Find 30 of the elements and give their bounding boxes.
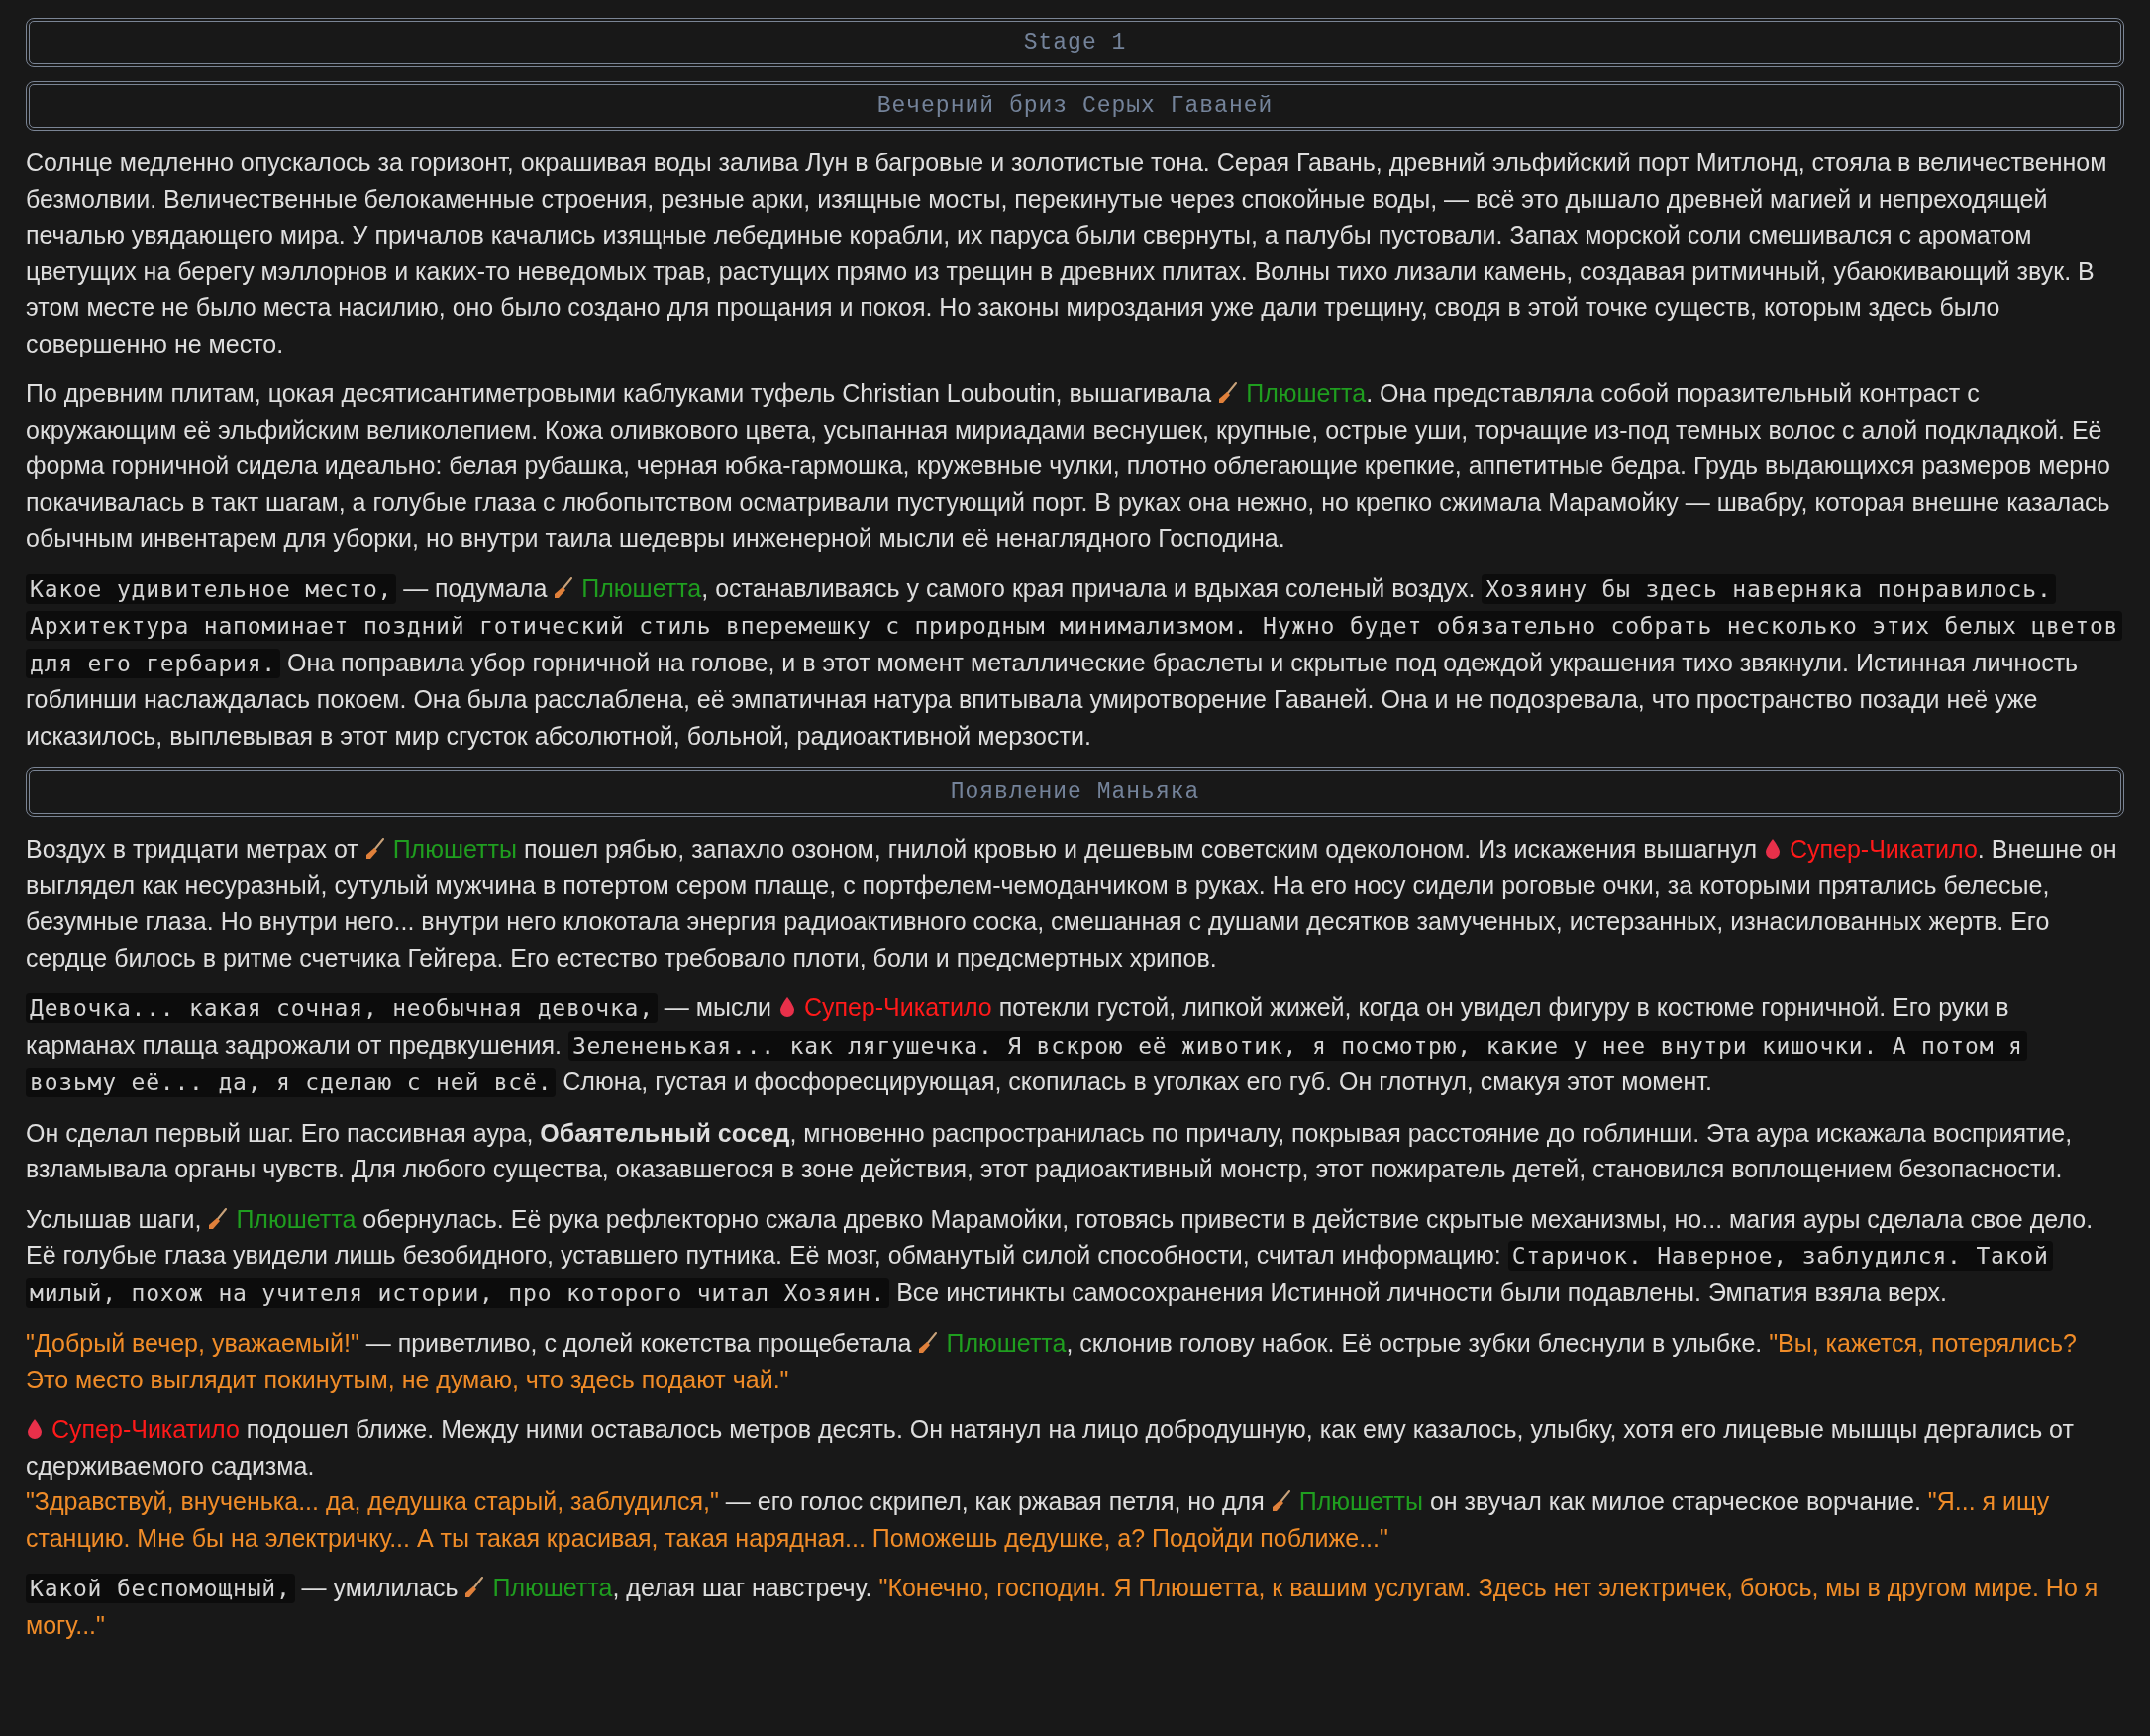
character-name: Плюшетта (1246, 379, 1367, 407)
story-paragraph: Он сделал первый шаг. Его пассивная аура, Обаятельный сосед, мгновенно распространилась по причалу, покрывая расстояние до гоблинши. Эта аура искажала восприятие, взламывала органы чувств. Для любого существа, оказавшегося в зоне действия, этот радиоактивный монстр, этот пожиратель детей, становился воплощением безопасности. (26, 1117, 2074, 1184)
story-paragraph: Какой беспомощный, — умилилась Плюшетта, делая шаг навстречу. "Конечно, господин. Я Плюшетта, к вашим услугам. Здесь нет электричек, боюсь, мы в другом мире. Но я могу..." (26, 1573, 2099, 1641)
character-name: Плюшетта (581, 573, 702, 602)
character-name: Плюшетты (392, 835, 517, 863)
character-name: Супер-Чикатило (1789, 835, 1978, 863)
character-name: Плюшетта (946, 1329, 1067, 1357)
character-name: Плюшетты (1298, 1487, 1423, 1515)
story-paragraph: "Добрый вечер, уважаемый!" — приветливо, с долей кокетства прощебетала Плюшетта, склонив голову набок. Её острые зубки блеснули в улыбке. "Вы, кажется, потерялись? Это место выглядит покинутым, не думаю, что здесь подают чай." (26, 1328, 2078, 1395)
broom-icon (464, 1577, 485, 1598)
broom-icon (554, 576, 574, 599)
blood-drop-icon (26, 1418, 44, 1440)
broom-icon (208, 1207, 229, 1230)
broom-icon (1218, 382, 1239, 404)
character-name: Плюшетта (236, 1204, 357, 1233)
blood-drop-icon (1763, 838, 1782, 860)
section-heading: Stage 1 (26, 18, 2124, 67)
character-name: Супер-Чикатило (803, 993, 992, 1021)
broom-icon (364, 838, 385, 860)
story-paragraph: Воздух в тридцати метрах от Плюшетты пошел рябью, запахло озоном, гнилой кровью и дешевым советским одеколоном. Из искажения вышагнул Супер-Чикатило. Внешне он выглядел как несуразный, сутулый мужчина в потертом сером плаще, с портфелем-чемоданчиком в руках. На его носу сидели роговые очки, за которыми прятались белесые, безумные глаза. Но внутри него... внутри него клокотала энергия радиоактивного соска, смешанная с душами десятков замученных, истерзанных, изнасилованных жертв. Его сердце билось в ритме счетчика Гейгера. Его естество требовало плоти, боли и предсмертных хрипов. (26, 834, 2118, 973)
section-heading: Появление Маньяка (26, 767, 2124, 817)
story-paragraph: Солнце медленно опускалось за горизонт, окрашивая воды залива Лун в багровые и золотистые тона. Серая Гавань, древний эльфийский порт Митлонд, стояла в величественном безмолвии. Величественные белокаменные строения, резные арки, изящные мосты, перекинутые через спокойные воды, — всё это дышало древней магией и непреходящей печалью увядающего мира. У причалов качались изящные лебединые корабли, их паруса были свернуты, а палубы пустовали. Запах морской соли смешивался с ароматом цветущих на берегу мэллорнов и каких-то неведомых трав, растущих прямо из трещин в древних плитах. Волны тихо лизали камень, создавая ритмичный, убаюкивающий звук. В этом месте не было места насилию, оно было создано для прощания и покоя. Но законы мироздания уже дали трещину, сводя в этой точке существ, которым здесь было совершенно не место. (26, 148, 2108, 359)
broom-icon (918, 1332, 939, 1354)
character-name: Супер-Чикатило (51, 1415, 240, 1443)
character-name: Плюшетта (492, 1574, 613, 1601)
story-paragraph: Супер-Чикатило подошел ближе. Между ними оставалось метров десять. Он натянул на лицо добродушную, как ему казалось, улыбку, хотя его лицевые мышцы дергались от сдерживаемого садизма. "Здравствуй, внученька... да, дедушка старый, заблудился," — его голос скрипел, как ржавая петля, но для Плюшетты он звучал как милое старческое ворчание. "Я... я ищу станцию. Мне бы на электричку... А ты такая красивая, такая нарядная... Поможешь дедушке, а? Подойди поближе..." (26, 1414, 2075, 1554)
broom-icon (1271, 1490, 1291, 1512)
blood-drop-icon (777, 996, 796, 1018)
story-paragraph: По древним плитам, цокая десятисантиметровыми каблуками туфель Christian Louboutin, вышагивала Плюшетта. Она представляла собой поразительный контраст с окружающим её эльфийским великолепием. Кожа оливкового цвета, усыпанная мириадами веснушек, крупные, острые уши, торчащие из-под темных волос с алой подкладкой. Её форма горничной сидела идеально: белая рубашка, черная юбка-гармошка, кружевные чулки, плотно облегающие крепкие, аппетитные бедра. Грудь выдающихся размеров мерно покачивалась в такт шагам, а голубые глаза с любопытством осматривали пустующий порт. В руках она нежно, но крепко сжимала Марамойку — швабру, которая внешне казалась обычным инвентарем для уборки, но внутри таила шедевры инженерной мысли её ненаглядного Господина. (26, 378, 2111, 554)
section-heading: Вечерний бриз Серых Гаваней (26, 81, 2124, 131)
